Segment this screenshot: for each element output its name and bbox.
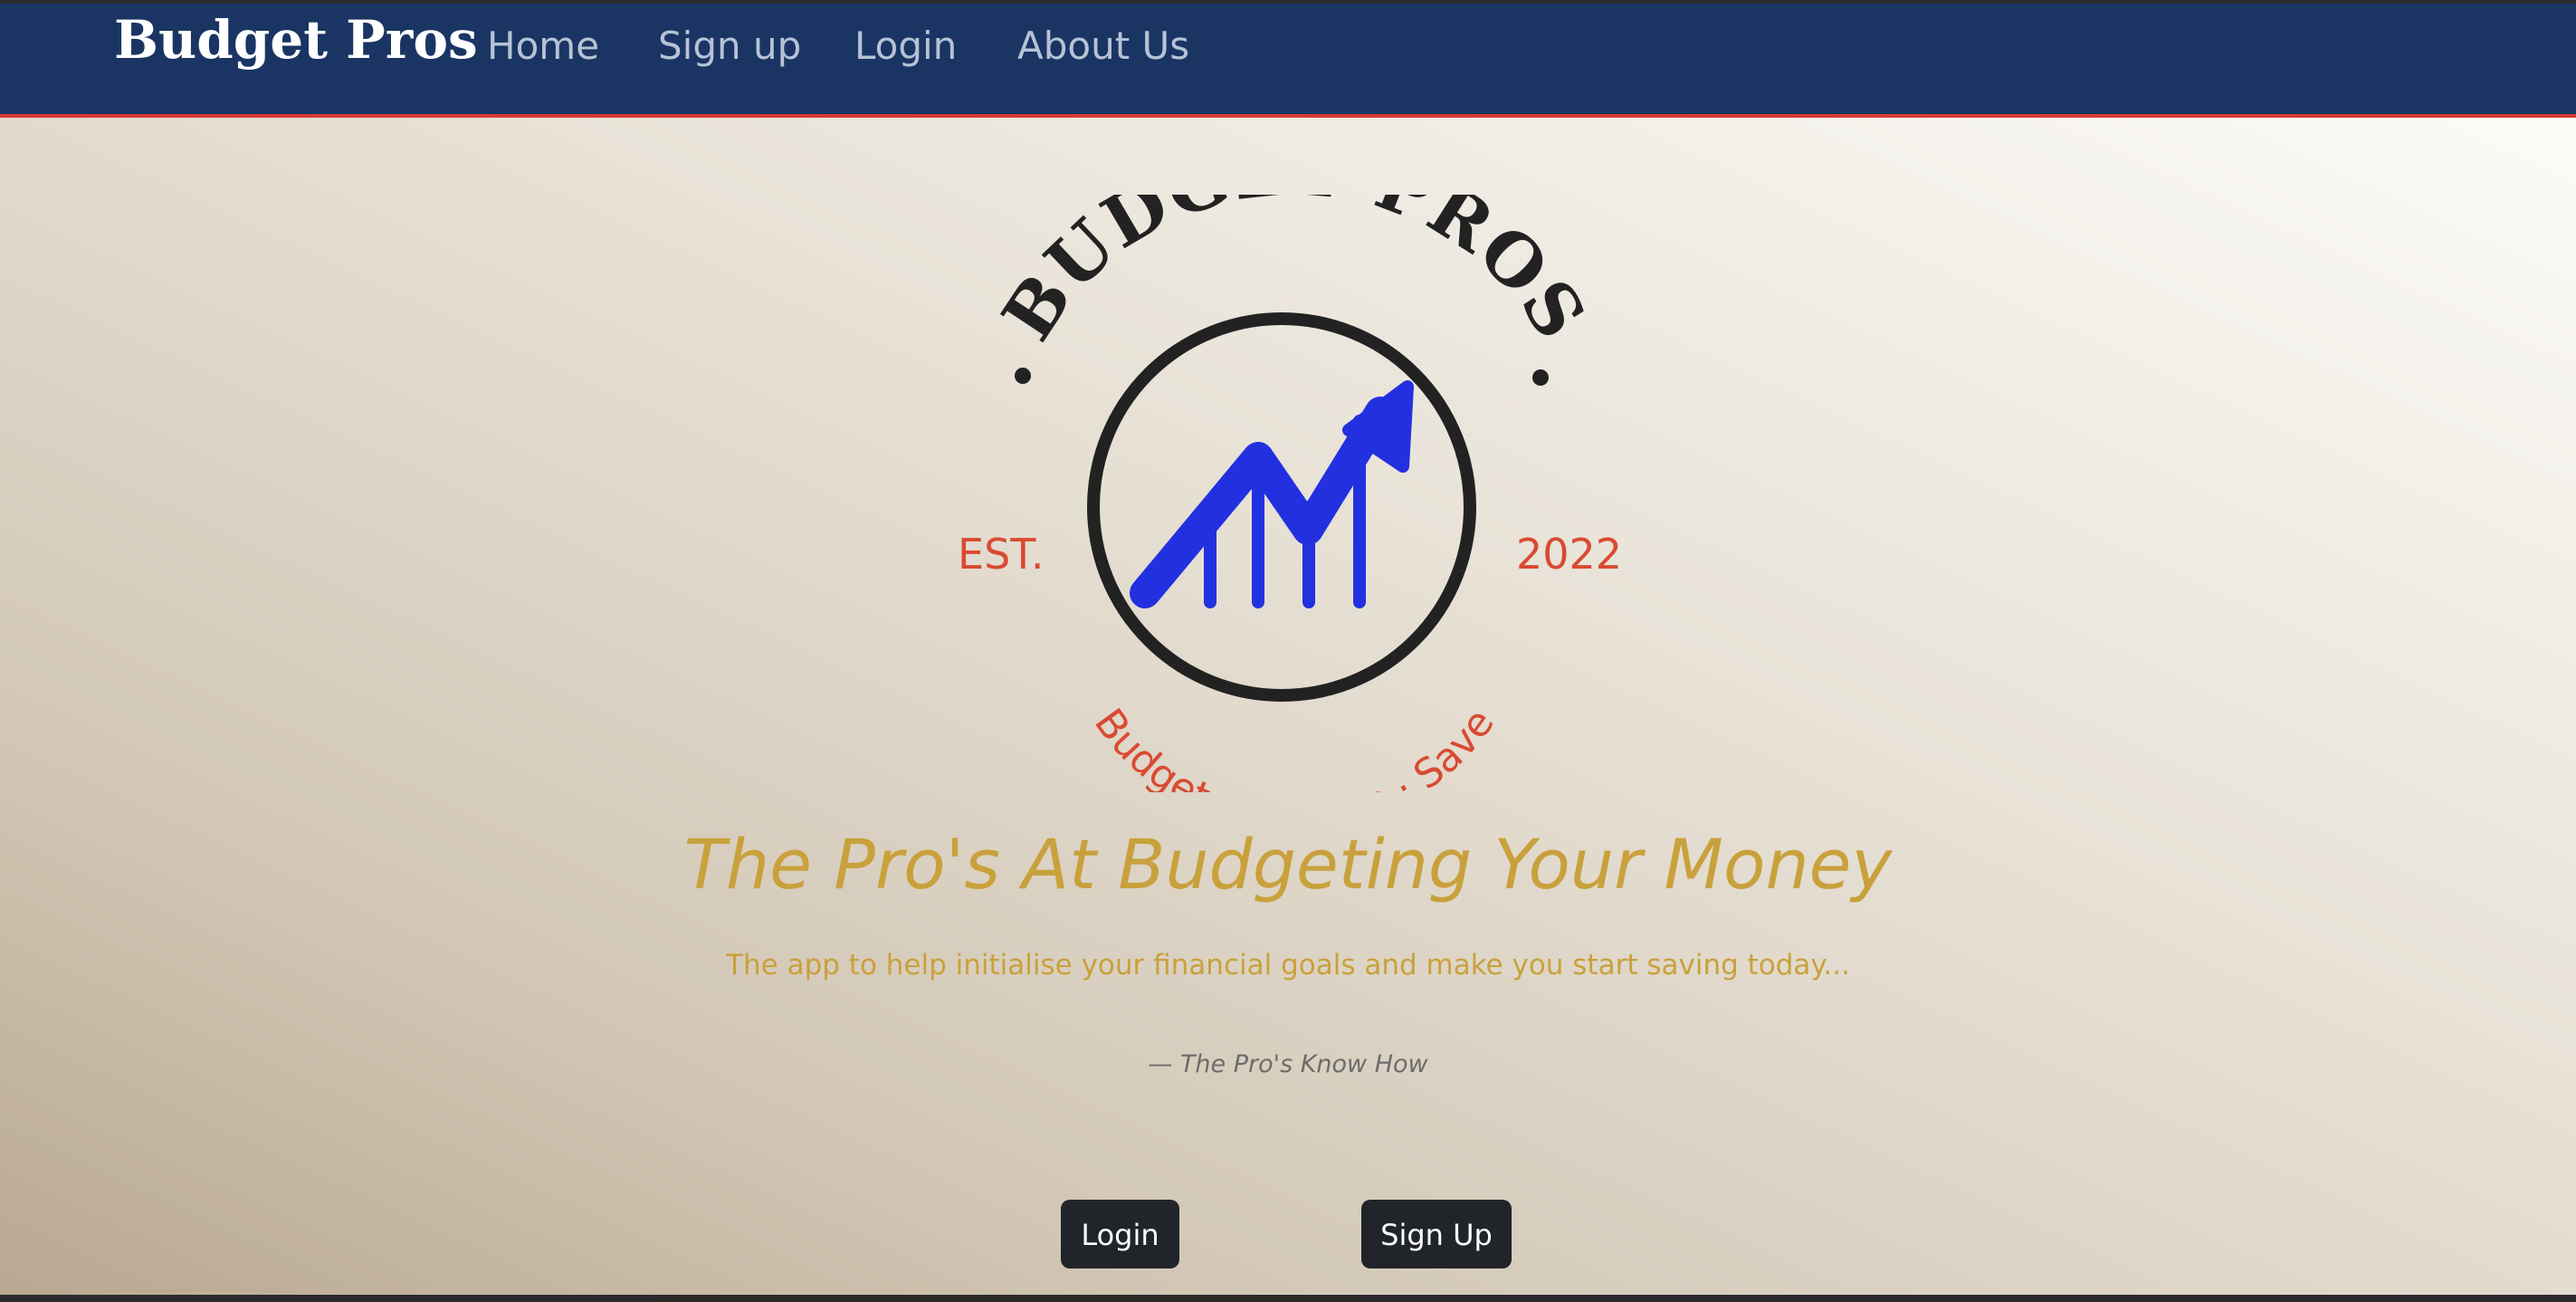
browser-viewport: Budget Pros Home Sign up Login About Us … [0,0,2576,1302]
nav-link-home[interactable]: Home [487,24,599,68]
nav-link-about-us[interactable]: About Us [1017,24,1189,68]
hero-quote: — The Pro's Know How [1148,1050,1428,1078]
signup-button[interactable]: Sign Up [1361,1200,1512,1268]
login-button[interactable]: Login [1061,1200,1179,1268]
rising-chart-arrow-icon [1130,380,1414,608]
nav-link-login[interactable]: Login [854,24,957,68]
hero-subline: The app to help initialise your financia… [726,949,1850,981]
logo-est-label: EST. [958,530,1045,579]
window-bottom-edge [0,1295,2576,1302]
logo-tagline: Budget · Manage · Save [1085,701,1503,792]
nav-link-signup[interactable]: Sign up [658,24,801,68]
navbar: Budget Pros Home Sign up Login About Us [0,4,2576,118]
logo-dot-right [1532,369,1549,386]
brand-logo-text[interactable]: Budget Pros [114,9,478,71]
logo-year: 2022 [1516,530,1622,579]
logo-dot-left [1015,368,1031,384]
hero-headline: The Pro's At Budgeting Your Money [683,824,1893,905]
budget-pros-logo: BUDGET PROS EST. 2022 Budget · Manage · … [958,195,1622,792]
logo-arc-text: BUDGET PROS [987,195,1602,355]
